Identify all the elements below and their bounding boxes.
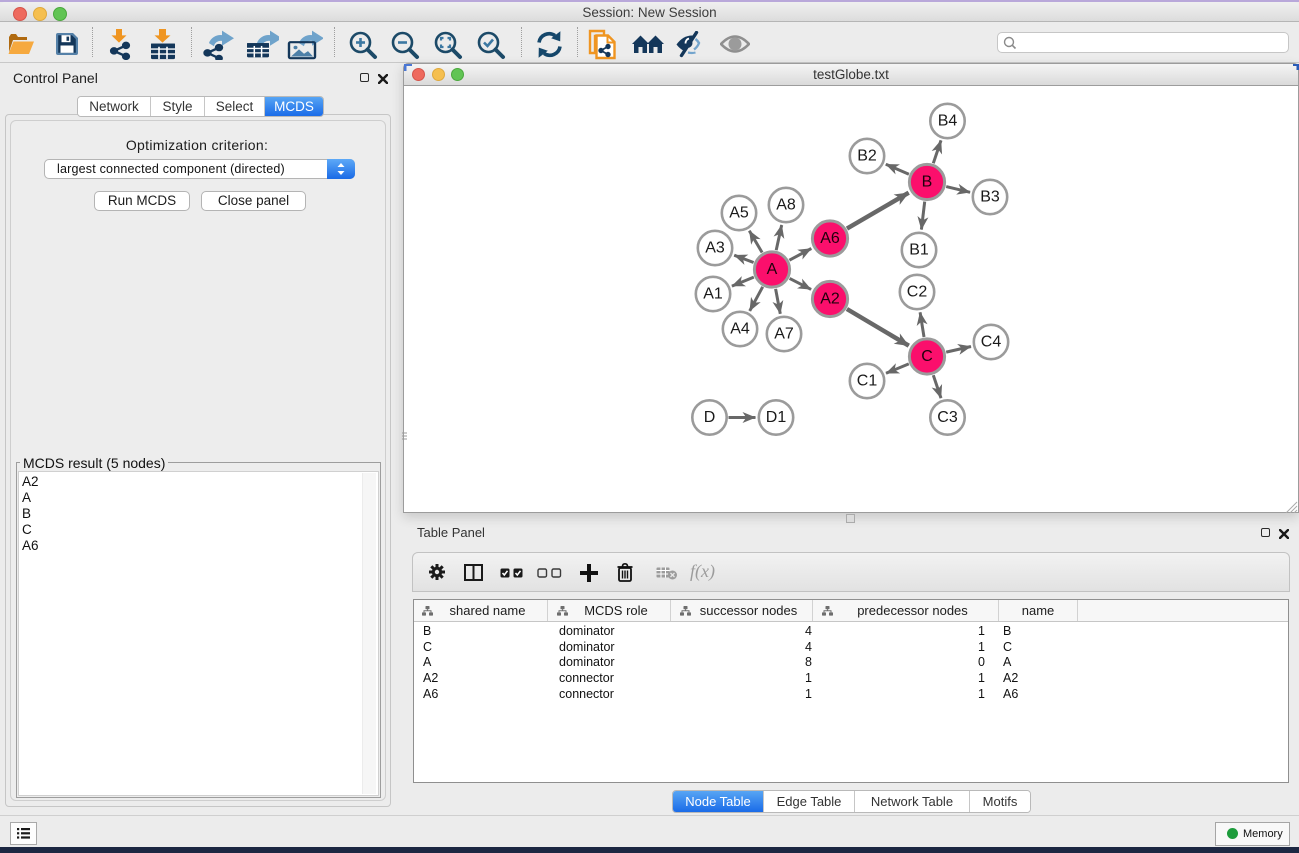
svg-text:C1: C1: [857, 373, 878, 390]
svg-text:A7: A7: [774, 326, 794, 343]
svg-text:D: D: [704, 409, 716, 426]
svg-text:B3: B3: [980, 189, 1000, 206]
svg-text:A5: A5: [729, 205, 749, 222]
svg-text:A3: A3: [705, 240, 725, 257]
svg-text:B2: B2: [857, 148, 877, 165]
svg-text:C4: C4: [981, 334, 1002, 351]
svg-text:C3: C3: [937, 409, 958, 426]
svg-text:B: B: [922, 174, 933, 191]
svg-text:A6: A6: [820, 230, 840, 247]
svg-text:C2: C2: [907, 284, 928, 301]
svg-text:A2: A2: [820, 291, 840, 308]
svg-text:A4: A4: [730, 321, 750, 338]
svg-text:A1: A1: [703, 286, 723, 303]
svg-text:A8: A8: [776, 197, 796, 214]
svg-text:B1: B1: [909, 242, 929, 259]
svg-text:D1: D1: [766, 409, 787, 426]
svg-text:B4: B4: [938, 113, 958, 130]
svg-text:A: A: [767, 261, 778, 278]
svg-text:C: C: [921, 348, 933, 365]
